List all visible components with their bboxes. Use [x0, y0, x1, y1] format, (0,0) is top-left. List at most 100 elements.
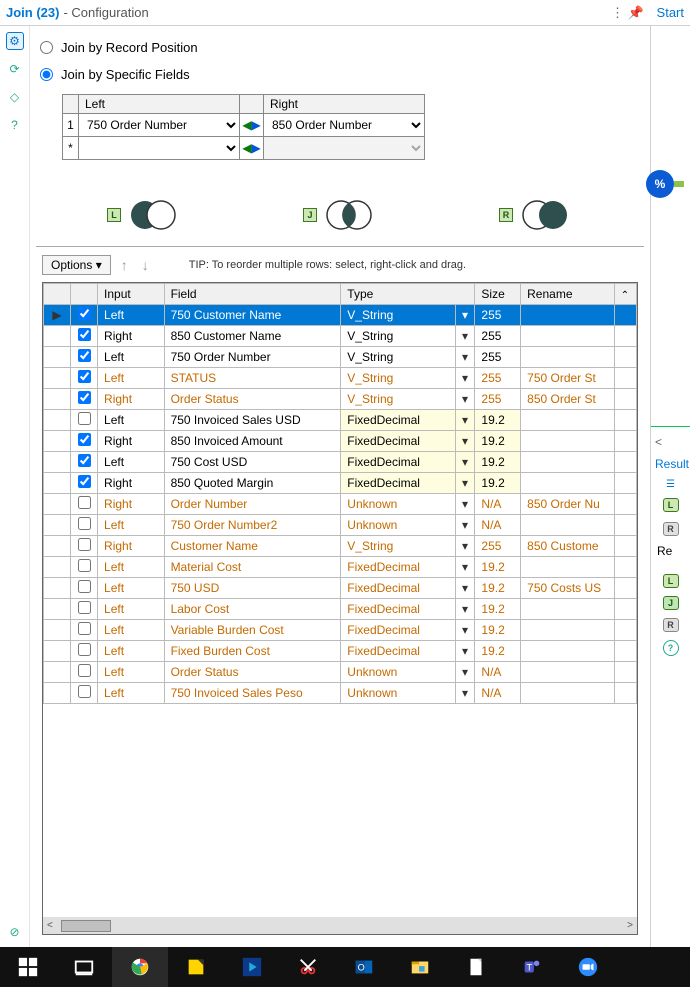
cell-type[interactable]: FixedDecimal: [341, 641, 455, 662]
cell-field[interactable]: Material Cost: [164, 557, 341, 578]
col-rename[interactable]: Rename: [521, 284, 615, 305]
venn-inner[interactable]: J: [303, 198, 377, 232]
cell-size[interactable]: 19.2: [475, 641, 521, 662]
cell-type[interactable]: FixedDecimal: [341, 557, 455, 578]
start-link[interactable]: Start: [657, 5, 684, 20]
cell-size[interactable]: N/A: [475, 662, 521, 683]
gear-icon[interactable]: ⚙: [6, 32, 24, 50]
cell-rename[interactable]: [521, 641, 615, 662]
row-handle[interactable]: [44, 620, 71, 641]
cell-field[interactable]: Order Status: [164, 662, 341, 683]
include-checkbox[interactable]: [71, 578, 98, 599]
row-handle[interactable]: [44, 368, 71, 389]
table-row[interactable]: Left750 Invoiced Sales PesoUnknown▾N/A: [44, 683, 637, 704]
cell-size[interactable]: 255: [475, 326, 521, 347]
table-row[interactable]: Left750 USDFixedDecimal▾19.2750 Costs US: [44, 578, 637, 599]
include-checkbox[interactable]: [71, 347, 98, 368]
type-dropdown-icon[interactable]: ▾: [455, 578, 475, 599]
include-checkbox[interactable]: [71, 452, 98, 473]
cell-field[interactable]: Variable Burden Cost: [164, 620, 341, 641]
cell-field[interactable]: 750 Invoiced Sales USD: [164, 410, 341, 431]
cell-type[interactable]: Unknown: [341, 515, 455, 536]
cell-type[interactable]: FixedDecimal: [341, 599, 455, 620]
row-handle[interactable]: [44, 683, 71, 704]
cell-rename[interactable]: 850 Order St: [521, 389, 615, 410]
col-field[interactable]: Field: [164, 284, 341, 305]
left-field-select-empty[interactable]: [79, 137, 239, 159]
cell-size[interactable]: N/A: [475, 683, 521, 704]
type-dropdown-icon[interactable]: ▾: [455, 452, 475, 473]
row-handle[interactable]: [44, 431, 71, 452]
type-dropdown-icon[interactable]: ▾: [455, 389, 475, 410]
percent-tool-node[interactable]: %: [646, 170, 674, 198]
venn-right[interactable]: R: [499, 198, 573, 232]
panel-divider[interactable]: [36, 246, 644, 248]
teams-icon[interactable]: T: [504, 947, 560, 987]
type-dropdown-icon[interactable]: ▾: [455, 683, 475, 704]
cell-size[interactable]: 19.2: [475, 410, 521, 431]
cell-size[interactable]: N/A: [475, 515, 521, 536]
cell-rename[interactable]: [521, 515, 615, 536]
doc-icon[interactable]: [448, 947, 504, 987]
cell-rename[interactable]: [521, 620, 615, 641]
cell-field[interactable]: Customer Name: [164, 536, 341, 557]
cell-rename[interactable]: [521, 326, 615, 347]
type-dropdown-icon[interactable]: ▾: [455, 662, 475, 683]
row-handle[interactable]: ▶: [44, 305, 71, 326]
table-row[interactable]: LeftOrder StatusUnknown▾N/A: [44, 662, 637, 683]
cell-field[interactable]: 750 Order Number2: [164, 515, 341, 536]
table-row[interactable]: LeftSTATUSV_String▾255750 Order St: [44, 368, 637, 389]
type-dropdown-icon[interactable]: ▾: [455, 431, 475, 452]
cell-field[interactable]: 750 Order Number: [164, 347, 341, 368]
row-handle[interactable]: [44, 578, 71, 599]
cell-type[interactable]: V_String: [341, 389, 455, 410]
type-dropdown-icon[interactable]: ▾: [455, 326, 475, 347]
cell-type[interactable]: FixedDecimal: [341, 410, 455, 431]
pin-icon[interactable]: 📌: [627, 5, 645, 21]
cell-rename[interactable]: [521, 473, 615, 494]
row-handle[interactable]: [44, 557, 71, 578]
anchor-J-icon[interactable]: J: [663, 596, 679, 610]
radio-join-by-fields[interactable]: Join by Specific Fields: [40, 67, 640, 82]
row-handle[interactable]: [44, 452, 71, 473]
cell-type[interactable]: Unknown: [341, 494, 455, 515]
cell-rename[interactable]: 750 Costs US: [521, 578, 615, 599]
row-handle[interactable]: [44, 389, 71, 410]
cell-rename[interactable]: [521, 431, 615, 452]
row-handle[interactable]: [44, 494, 71, 515]
row-handle[interactable]: [44, 347, 71, 368]
cell-type[interactable]: FixedDecimal: [341, 578, 455, 599]
include-checkbox[interactable]: [71, 536, 98, 557]
cell-rename[interactable]: [521, 347, 615, 368]
cell-field[interactable]: Order Status: [164, 389, 341, 410]
table-row[interactable]: Left750 Cost USDFixedDecimal▾19.2: [44, 452, 637, 473]
cell-size[interactable]: 19.2: [475, 578, 521, 599]
cell-rename[interactable]: [521, 410, 615, 431]
help-circle-icon[interactable]: ?: [663, 640, 679, 656]
cell-field[interactable]: Order Number: [164, 494, 341, 515]
cell-rename[interactable]: [521, 662, 615, 683]
cell-rename[interactable]: [521, 557, 615, 578]
table-row[interactable]: Left750 Order Number2Unknown▾N/A: [44, 515, 637, 536]
type-dropdown-icon[interactable]: ▾: [455, 620, 475, 641]
anchor-L-icon[interactable]: L: [663, 498, 679, 512]
include-checkbox[interactable]: [71, 515, 98, 536]
table-row[interactable]: Right850 Quoted MarginFixedDecimal▾19.2: [44, 473, 637, 494]
type-dropdown-icon[interactable]: ▾: [455, 494, 475, 515]
type-dropdown-icon[interactable]: ▾: [455, 473, 475, 494]
move-down-button[interactable]: ↓: [138, 257, 153, 273]
cell-field[interactable]: 750 Customer Name: [164, 305, 341, 326]
cell-type[interactable]: FixedDecimal: [341, 473, 455, 494]
chrome-icon[interactable]: [112, 947, 168, 987]
row-handle[interactable]: [44, 599, 71, 620]
cell-field[interactable]: STATUS: [164, 368, 341, 389]
cell-type[interactable]: FixedDecimal: [341, 620, 455, 641]
cell-field[interactable]: 850 Invoiced Amount: [164, 431, 341, 452]
row-handle[interactable]: [44, 515, 71, 536]
col-input[interactable]: Input: [98, 284, 165, 305]
row-handle[interactable]: [44, 662, 71, 683]
col-type[interactable]: Type: [341, 284, 475, 305]
cell-type[interactable]: V_String: [341, 347, 455, 368]
notes-icon[interactable]: [168, 947, 224, 987]
type-dropdown-icon[interactable]: ▾: [455, 515, 475, 536]
